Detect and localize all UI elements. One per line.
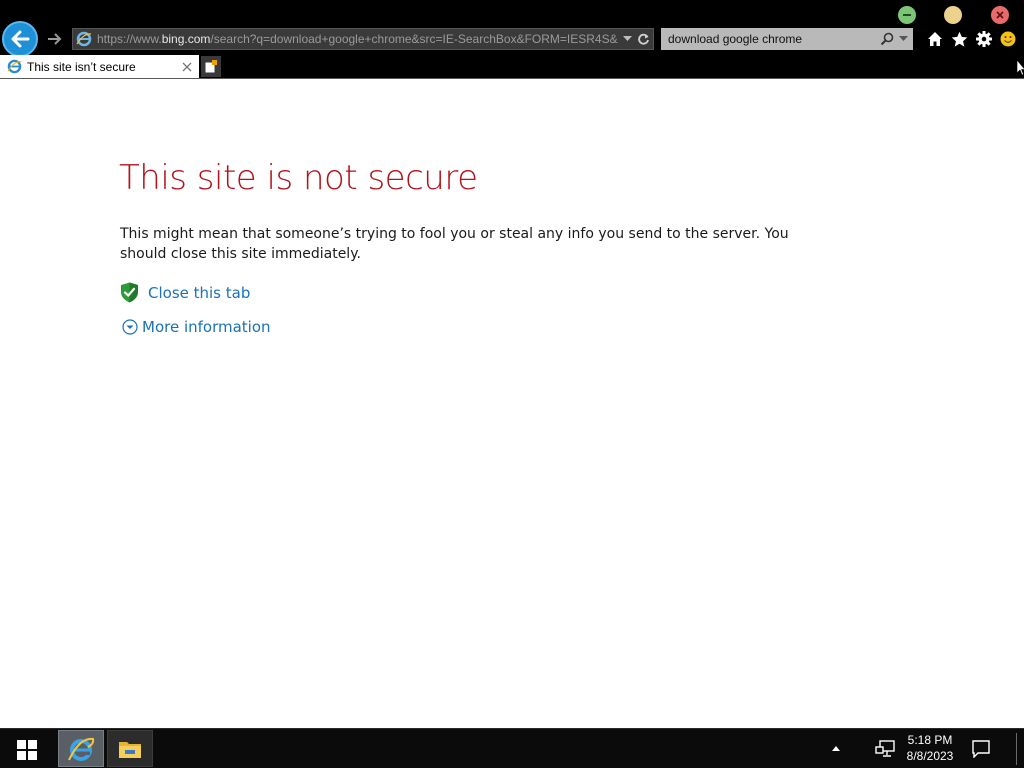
chevron-down-icon [898,36,908,41]
close-icon [996,11,1004,19]
url-prefix: https://www. [97,32,162,46]
warning-message: This might mean that someone’s trying to… [120,226,789,262]
forward-arrow-icon [48,33,62,45]
page-title: This site is not secure [119,158,478,198]
maximize-icon [948,10,958,20]
new-tab-button[interactable] [201,56,221,77]
address-bar[interactable]: https://www.bing.com/search?q=download+g… [72,28,654,50]
new-tab-icon [205,60,217,73]
start-button[interactable] [8,735,46,765]
ie-page-icon [5,58,23,76]
close-tab-option[interactable]: Close this tab [120,282,250,303]
search-dropdown-button[interactable] [896,29,910,49]
url-domain: bing.com [161,32,211,46]
minimize-icon [903,14,911,16]
maximize-button[interactable] [944,6,962,24]
refresh-icon [637,33,649,45]
more-information-option[interactable]: More information [122,318,271,336]
chevron-down-icon [622,36,632,41]
home-icon[interactable] [926,30,944,48]
smiley-icon[interactable] [999,30,1017,48]
shield-check-icon [121,282,138,303]
back-arrow-icon [11,30,30,48]
close-tab-icon[interactable] [179,59,195,75]
tab-active[interactable]: This site isn’t secure [0,55,199,78]
chevron-up-icon [832,745,840,751]
close-window-button[interactable] [991,6,1009,24]
internet-explorer-icon [68,737,95,761]
taskbar: 5:18 PM 8/8/2023 [0,728,1024,768]
taskbar-file-explorer[interactable] [107,730,153,767]
taskbar-internet-explorer[interactable] [58,730,104,767]
close-this-tab-link[interactable]: Close this tab [148,284,250,302]
url-path: /search?q=download+google+chrome&src=IE-… [210,32,618,46]
show-hidden-icons-button[interactable] [829,741,843,755]
address-dropdown-button[interactable] [619,29,635,49]
chevron-down-circle-icon[interactable] [122,319,138,335]
mouse-cursor-icon [1017,60,1024,76]
search-box[interactable]: download google chrome [661,28,913,50]
search-icon[interactable] [878,29,896,49]
action-center-icon[interactable] [972,740,990,758]
more-information-link[interactable]: More information [142,318,271,336]
gear-icon[interactable] [975,30,993,48]
forward-button[interactable] [46,29,64,49]
windows-logo-icon [17,740,37,760]
clock-time: 5:18 PM [907,733,953,747]
back-button[interactable] [2,21,38,57]
clock[interactable]: 5:18 PM 8/8/2023 [898,732,962,764]
search-input[interactable]: download google chrome [661,32,878,46]
page-content: This site is not secure This might mean … [0,79,1024,728]
refresh-button[interactable] [635,29,651,49]
ie-page-icon [73,29,95,49]
network-icon[interactable] [875,740,895,758]
star-icon[interactable] [950,30,968,48]
tab-title: This site isn’t secure [27,59,136,74]
show-desktop-button[interactable] [1016,733,1017,765]
folder-icon [119,741,141,758]
clock-date: 8/8/2023 [906,749,954,763]
address-url[interactable]: https://www.bing.com/search?q=download+g… [95,32,619,46]
minimize-button[interactable] [898,6,916,24]
browser-chrome: https://www.bing.com/search?q=download+g… [0,0,1024,79]
